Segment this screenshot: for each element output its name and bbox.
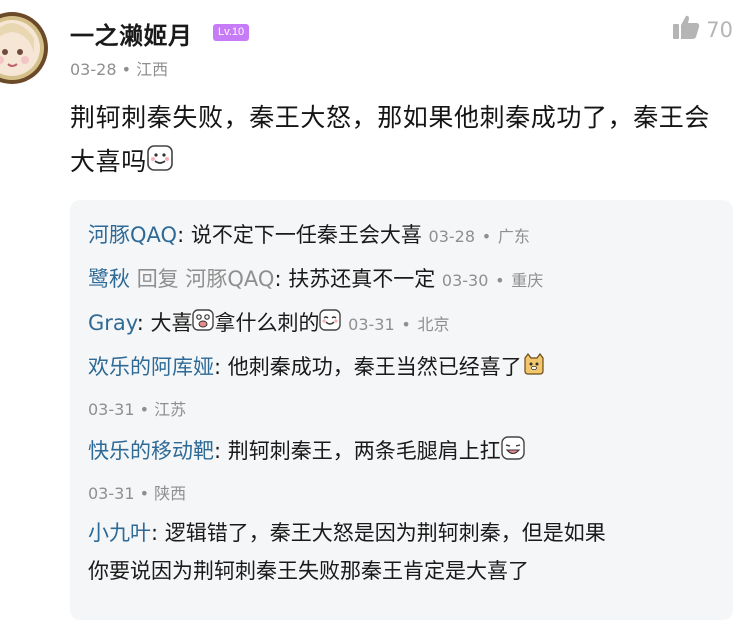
separator: • (495, 271, 505, 290)
separator: • (121, 60, 132, 79)
reply-date: 03-31 (88, 400, 135, 419)
reply-location: 重庆 (511, 271, 544, 290)
grin-emoji-icon (192, 309, 215, 339)
reply-item: 鹭秋 回复 河豚QAQ: 扶苏还真不一定 03-30 • 重庆 (88, 264, 718, 296)
reply-to-author[interactable]: 河豚QAQ (185, 267, 274, 291)
colon: : (274, 267, 282, 291)
reply-date: 03-30 (441, 271, 489, 290)
colon: : (151, 521, 159, 545)
reply-meta: 03-31 • 陕西 (88, 480, 186, 504)
smile-emoji-icon (319, 309, 342, 339)
reply-author[interactable]: Gray (88, 311, 137, 335)
reply-text-line1: 逻辑错了，秦王大怒是因为荆轲刺秦，但是如果 (164, 521, 606, 545)
reply-item: 小九叶: 逻辑错了，秦王大怒是因为荆轲刺秦，但是如果 (88, 518, 718, 548)
reply-item: 快乐的移动靶: 荆轲刺秦王，两条毛腿肩上扛 (88, 436, 718, 468)
colon: : (214, 439, 222, 463)
like-button[interactable]: 70 (672, 14, 733, 45)
separator: • (481, 227, 492, 246)
reply-location: 广东 (497, 227, 530, 246)
separator: • (139, 484, 150, 503)
reply-item: 河豚QAQ: 说不定下一任秦王会大喜 03-28 • 广东 (88, 220, 718, 252)
like-count: 70 (706, 17, 733, 42)
reply-text: 说不定下一任秦王会大喜 (190, 223, 422, 247)
reply-date: 03-31 (88, 484, 135, 503)
comment-date: 03-28 (70, 60, 117, 79)
dog-emoji-icon (522, 352, 546, 384)
reply-text: 拿什么刺的 (214, 311, 320, 335)
reply-text-line2: 你要说因为荆轲刺秦王失败那秦王肯定是大喜了 (88, 559, 529, 583)
comment-text: 荆轲刺秦失败，秦王大怒，那如果他刺秦成功了，秦王会大喜吗 (70, 96, 720, 185)
reply-text: 他刺秦成功，秦王当然已经喜了 (227, 355, 522, 379)
comment-meta: 03-28 • 江西 (70, 56, 168, 80)
reply-location: 江苏 (154, 400, 187, 419)
reply-author[interactable]: 快乐的移动靶 (88, 439, 214, 463)
reply-author[interactable]: 小九叶 (88, 521, 151, 545)
reply-text: 大喜 (150, 311, 193, 335)
colon: : (177, 223, 185, 247)
reply-item: Gray: 大喜 拿什么刺的 03-31 • 北京 (88, 308, 718, 340)
replies-panel: 河豚QAQ: 说不定下一任秦王会大喜 03-28 • 广东 鹭秋 回复 河豚QA… (70, 200, 733, 620)
level-badge: Lv.10 (213, 24, 250, 41)
reply-date: 03-31 (348, 315, 395, 334)
separator: • (139, 400, 150, 419)
colon: : (136, 311, 144, 335)
colon: : (214, 355, 222, 379)
comment-location: 江西 (136, 60, 169, 79)
reply-text: 扶苏还真不一定 (288, 267, 436, 291)
reply-location: 陕西 (154, 484, 187, 503)
laugh-emoji-icon (501, 436, 525, 468)
reply-item: 欢乐的阿库娅: 他刺秦成功，秦王当然已经喜了 (88, 352, 718, 384)
reply-text: 荆轲刺秦王，两条毛腿肩上扛 (227, 439, 501, 463)
thumbs-up-icon (672, 14, 700, 45)
reply-meta: 03-31 • 江苏 (88, 396, 186, 420)
reply-date: 03-28 (428, 227, 476, 246)
reply-author[interactable]: 河豚QAQ (88, 223, 177, 247)
reply-word: 回复 (136, 267, 179, 291)
reply-author[interactable]: 鹭秋 (88, 267, 130, 291)
smile-emoji-icon (147, 141, 173, 185)
avatar[interactable] (0, 8, 48, 88)
username[interactable]: 一之濑姬月 (70, 16, 193, 51)
separator: • (401, 315, 411, 334)
reply-location: 北京 (417, 315, 450, 334)
reply-author[interactable]: 欢乐的阿库娅 (88, 355, 214, 379)
